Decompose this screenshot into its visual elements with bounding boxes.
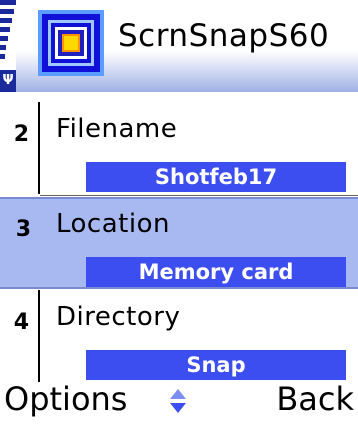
item-number-column: 4 bbox=[0, 290, 40, 382]
softkey-bar: Options Back bbox=[0, 376, 358, 424]
item-number: 2 bbox=[13, 122, 29, 147]
signal-bar bbox=[0, 0, 16, 5]
scrnsnap-app-icon bbox=[38, 10, 104, 76]
signal-bar bbox=[0, 54, 5, 59]
item-label: Location bbox=[56, 209, 170, 239]
signal-antenna-icon: Ψ bbox=[0, 70, 16, 92]
signal-bar bbox=[0, 18, 12, 23]
title-bar: Ψ ScrnSnapS60 bbox=[0, 0, 358, 92]
app-title: ScrnSnapS60 bbox=[118, 18, 330, 54]
list-item-location[interactable]: 3 Location Memory card bbox=[0, 197, 358, 289]
item-value[interactable]: Shotfeb17 bbox=[86, 162, 346, 192]
item-number-column: 3 bbox=[0, 197, 40, 289]
list-item-directory[interactable]: 4 Directory Snap bbox=[0, 290, 358, 382]
divider bbox=[40, 195, 358, 196]
item-number-column: 2 bbox=[0, 102, 40, 194]
list-item-filename[interactable]: 2 Filename Shotfeb17 bbox=[0, 102, 358, 194]
signal-bar bbox=[0, 36, 8, 41]
item-value[interactable]: Memory card bbox=[86, 257, 346, 287]
signal-bar bbox=[0, 45, 6, 50]
options-softkey[interactable]: Options bbox=[4, 380, 127, 418]
signal-indicator: Ψ bbox=[0, 0, 16, 92]
item-label: Filename bbox=[56, 114, 178, 144]
item-label: Directory bbox=[56, 302, 181, 332]
signal-bar bbox=[0, 9, 14, 14]
signal-bar bbox=[0, 27, 10, 32]
back-softkey[interactable]: Back bbox=[276, 380, 354, 418]
scroll-up-down-icon bbox=[170, 389, 186, 413]
item-number: 4 bbox=[13, 310, 29, 335]
item-number: 3 bbox=[15, 217, 31, 242]
